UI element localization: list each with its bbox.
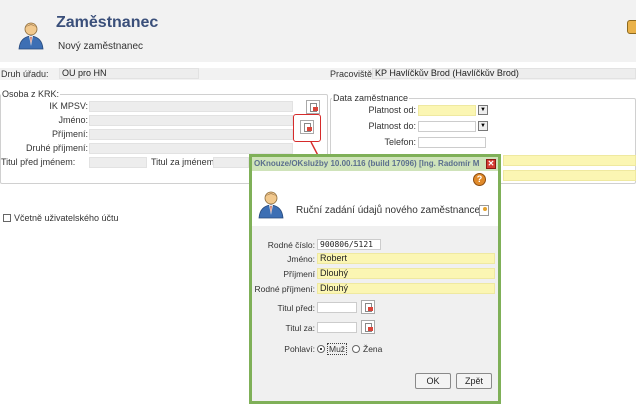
jmeno-label: Jméno: (58, 115, 88, 125)
ik-mpsv-field[interactable] (89, 101, 293, 112)
druhe-prijmeni-label: Druhé příjmení: (25, 143, 88, 153)
ok-button[interactable]: OK (415, 373, 451, 389)
telefon-field[interactable] (418, 137, 486, 148)
page-header: Zaměstnanec Nový zaměstnanec (0, 0, 636, 62)
titul-za-select-icon[interactable] (361, 320, 375, 334)
platnost-od-field[interactable] (418, 105, 476, 116)
pracoviste-label: Pracoviště: (330, 69, 375, 79)
dlg-jmeno-label: Jméno: (287, 254, 315, 264)
dlg-prijmeni-field[interactable]: Dlouhý (317, 268, 495, 279)
page-subtitle: Nový zaměstnanec (58, 41, 144, 52)
platnost-do-field[interactable] (418, 121, 476, 132)
rodne-cislo-field[interactable]: 900806/5121 (317, 239, 381, 250)
dialog-heading: Ruční zadání údajů nového zaměstnance (296, 205, 481, 216)
druhe-prijmeni-field[interactable] (89, 143, 293, 154)
user-account-label: Včetně uživatelského účtu (14, 213, 119, 223)
rodne-cislo-label: Rodné číslo: (267, 240, 315, 250)
required-field-2[interactable] (503, 170, 636, 181)
titul-pred-jmenem-label: Titul před jménem: (1, 157, 76, 167)
platnost-od-label: Platnost od: (368, 105, 416, 115)
druh-uradu-label: Druh úřadu: (1, 69, 49, 79)
user-avatar-icon (258, 191, 284, 219)
dlg-titul-za-field[interactable] (317, 322, 357, 333)
pracoviste-field[interactable]: KP Havlíčkův Brod (Havlíčkův Brod) (372, 68, 636, 79)
manual-entry-dialog: OKnouze/OKslužby 10.00.116 (build 17096)… (249, 154, 501, 404)
dlg-titul-pred-label: Titul před: (277, 303, 315, 313)
dialog-titlebar[interactable]: OKnouze/OKslužby 10.00.116 (build 17096)… (252, 157, 498, 171)
prijmeni-label: Příjmení: (51, 129, 88, 139)
platnost-do-dropdown-icon[interactable]: ▼ (478, 121, 488, 131)
zpet-button[interactable]: Zpět (456, 373, 492, 389)
jmeno-field[interactable] (89, 115, 293, 126)
ik-mpsv-label: IK MPSV: (49, 101, 88, 111)
page-title: Zaměstnanec (56, 14, 159, 31)
annotation-highlight (293, 114, 321, 142)
titul-za-jmenem-label: Titul za jménem: (151, 157, 217, 167)
dlg-rodne-prijmeni-label: Rodné příjmení: (254, 284, 315, 294)
user-avatar-icon (18, 22, 44, 50)
titul-za-jmenem-field[interactable] (213, 157, 249, 168)
lookup-icon[interactable] (306, 100, 320, 114)
required-field-1[interactable] (503, 155, 636, 166)
osoba-group-title: Osoba z KRK: (1, 89, 61, 99)
user-account-checkbox[interactable] (3, 214, 11, 222)
zena-label[interactable]: Žena (363, 344, 382, 354)
note-icon[interactable] (479, 205, 489, 216)
telefon-label: Telefon: (384, 137, 416, 147)
help-icon[interactable] (627, 20, 636, 34)
dlg-prijmeni-label: Příjmení (283, 269, 315, 279)
dlg-titul-za-label: Titul za: (285, 323, 315, 333)
dlg-rodne-prijmeni-field[interactable]: Dlouhý (317, 283, 495, 294)
zena-radio[interactable] (352, 345, 360, 353)
dlg-titul-pred-field[interactable] (317, 302, 357, 313)
muz-radio[interactable] (317, 345, 325, 353)
dialog-header: ? Ruční zadání údajů nového zaměstnance (252, 171, 498, 226)
dialog-title: OKnouze/OKslužby 10.00.116 (build 17096)… (254, 159, 480, 168)
close-icon[interactable]: ✕ (486, 159, 496, 169)
help-icon[interactable]: ? (473, 173, 486, 186)
platnost-do-label: Platnost do: (368, 121, 416, 131)
dlg-jmeno-field[interactable]: Robert (317, 253, 495, 264)
data-zamestnance-title: Data zaměstnance (332, 93, 410, 103)
titul-pred-select-icon[interactable] (361, 300, 375, 314)
titul-pred-jmenem-field[interactable] (89, 157, 147, 168)
prijmeni-field[interactable] (89, 129, 293, 140)
muz-label[interactable]: Muž (327, 343, 348, 355)
druh-uradu-field[interactable]: OÚ pro HN (59, 68, 199, 79)
platnost-od-dropdown-icon[interactable]: ▼ (478, 105, 488, 115)
pohlavi-label: Pohlaví: (284, 344, 315, 354)
